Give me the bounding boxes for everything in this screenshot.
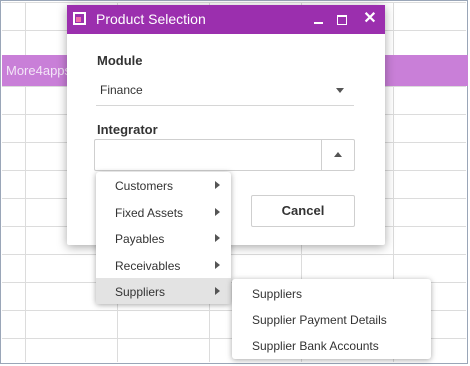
integrator-dropdown-button[interactable] <box>321 140 354 170</box>
chevron-right-icon <box>215 261 220 269</box>
submenu-item-supplier-bank-accounts[interactable]: Supplier Bank Accounts <box>232 332 431 358</box>
menu-item-customers[interactable]: Customers <box>96 172 231 198</box>
menu-item-label: Receivables <box>115 259 181 273</box>
menu-item-fixed-assets[interactable]: Fixed Assets <box>96 199 231 225</box>
chevron-right-icon <box>215 181 220 189</box>
module-select[interactable]: Finance <box>96 75 354 106</box>
chevron-right-icon <box>215 234 220 242</box>
cancel-button[interactable]: Cancel <box>251 195 355 227</box>
close-button[interactable]: ✕ <box>360 9 380 29</box>
menu-item-suppliers[interactable]: Suppliers <box>96 278 231 304</box>
banner-text: More4apps <box>6 63 72 78</box>
integrator-menu: Customers Fixed Assets Payables Receivab… <box>96 172 231 304</box>
submenu-item-supplier-payment-details[interactable]: Supplier Payment Details <box>232 306 431 332</box>
submenu-item-label: Supplier Bank Accounts <box>252 339 379 353</box>
menu-item-label: Fixed Assets <box>115 206 184 220</box>
chevron-right-icon <box>215 287 220 295</box>
module-select-value: Finance <box>100 83 143 97</box>
chevron-right-icon <box>215 208 220 216</box>
app-logo-icon <box>73 12 86 25</box>
submenu-item-suppliers[interactable]: Suppliers <box>232 280 431 306</box>
integrator-combobox[interactable] <box>94 139 355 171</box>
maximize-button[interactable] <box>332 9 352 29</box>
submenu-item-label: Supplier Payment Details <box>252 313 387 327</box>
menu-item-payables[interactable]: Payables <box>96 225 231 251</box>
dialog-title: Product Selection <box>96 11 206 27</box>
maximize-icon <box>337 15 347 25</box>
chevron-down-icon <box>336 88 344 93</box>
dialog-titlebar: Product Selection ✕ <box>67 5 385 34</box>
menu-item-label: Payables <box>115 232 165 246</box>
integrator-label: Integrator <box>97 122 158 137</box>
chevron-up-icon <box>334 152 342 157</box>
submenu-item-label: Suppliers <box>252 287 303 301</box>
suppliers-submenu: Suppliers Supplier Payment Details Suppl… <box>232 279 431 359</box>
module-label: Module <box>97 53 143 68</box>
menu-item-label: Customers <box>115 179 174 193</box>
minimize-button[interactable] <box>308 9 328 29</box>
minimize-icon <box>313 22 323 24</box>
menu-item-label: Suppliers <box>115 285 166 299</box>
menu-item-receivables[interactable]: Receivables <box>96 252 231 278</box>
